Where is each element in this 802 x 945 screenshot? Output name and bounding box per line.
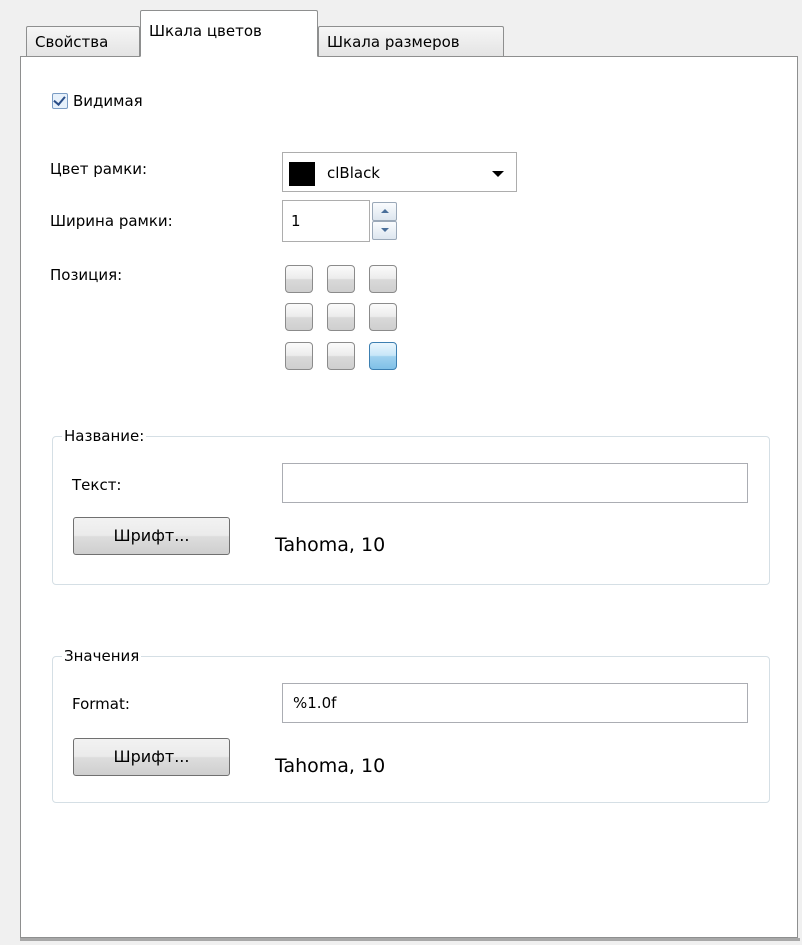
visible-checkbox-label: Видимая xyxy=(73,92,143,110)
tab-properties[interactable]: Свойства xyxy=(26,26,140,56)
border-width-label: Ширина рамки: xyxy=(50,212,173,230)
values-font-button[interactable]: Шрифт... xyxy=(73,738,230,776)
text-label: Текст: xyxy=(72,476,122,494)
tab-color-scale-label: Шкала цветов xyxy=(149,22,262,40)
position-label: Позиция: xyxy=(50,266,123,284)
border-width-value: 1 xyxy=(291,212,301,230)
position-middle-center-button[interactable] xyxy=(327,303,355,331)
name-groupbox xyxy=(52,436,770,585)
position-top-left-button[interactable] xyxy=(285,265,313,293)
format-field[interactable] xyxy=(282,683,748,723)
border-color-dropdown[interactable]: clBlack xyxy=(282,152,517,192)
border-color-value: clBlack xyxy=(327,164,380,182)
title-font-info: Tahoma, 10 xyxy=(275,534,386,556)
position-top-center-button[interactable] xyxy=(327,265,355,293)
tab-size-scale-label: Шкала размеров xyxy=(327,33,460,51)
border-color-label: Цвет рамки: xyxy=(50,160,148,178)
position-bottom-left-button[interactable] xyxy=(285,342,313,370)
arrow-down-icon xyxy=(381,228,389,232)
visible-checkbox[interactable] xyxy=(52,93,68,109)
format-label: Format: xyxy=(72,695,130,713)
tab-size-scale[interactable]: Шкала размеров xyxy=(318,26,504,56)
position-top-right-button[interactable] xyxy=(369,265,397,293)
values-group-title: Значения xyxy=(62,647,142,665)
title-text-field[interactable] xyxy=(282,463,748,503)
values-groupbox xyxy=(52,656,770,803)
position-bottom-right-button[interactable] xyxy=(369,342,397,370)
position-middle-left-button[interactable] xyxy=(285,303,313,331)
spin-up-button[interactable] xyxy=(372,202,397,221)
position-bottom-center-button[interactable] xyxy=(327,342,355,370)
position-middle-right-button[interactable] xyxy=(369,303,397,331)
title-font-button[interactable]: Шрифт... xyxy=(73,517,230,555)
title-text-input[interactable] xyxy=(283,464,747,502)
chevron-down-icon xyxy=(492,171,504,177)
arrow-up-icon xyxy=(381,209,389,213)
tab-properties-label: Свойства xyxy=(35,33,109,51)
values-font-info: Tahoma, 10 xyxy=(275,755,386,777)
name-group-title: Название: xyxy=(62,427,147,445)
tab-color-scale[interactable]: Шкала цветов xyxy=(140,10,318,57)
panel-shadow xyxy=(20,938,800,941)
color-swatch xyxy=(289,162,315,186)
border-width-input[interactable]: 1 xyxy=(282,200,370,242)
format-input[interactable] xyxy=(283,684,747,722)
spin-down-button[interactable] xyxy=(372,221,397,240)
